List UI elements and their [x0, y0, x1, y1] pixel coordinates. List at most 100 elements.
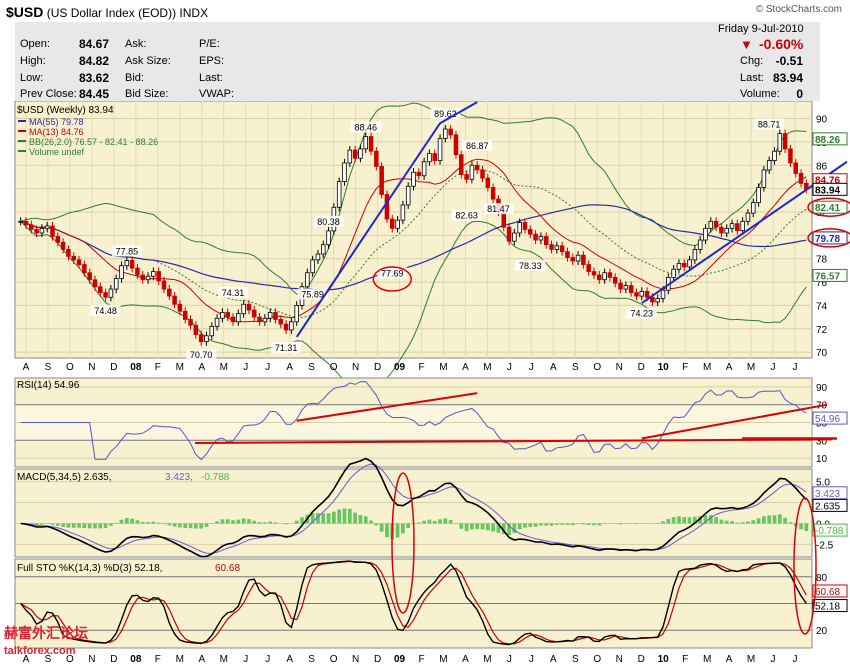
candle-body — [278, 319, 284, 325]
macd-histogram-bar — [193, 523, 198, 529]
price-tick-label: 70 — [816, 348, 828, 359]
x-axis-label: M — [220, 362, 228, 373]
macd-histogram-bar — [358, 515, 363, 524]
price-annotation-label: 74.23 — [631, 309, 654, 319]
candle-body — [782, 133, 788, 150]
x-axis-label-bottom: A — [462, 654, 469, 665]
x-axis-label: F — [682, 362, 688, 373]
candle-body — [761, 169, 767, 188]
macd-histogram-bar — [395, 523, 400, 538]
legend-entry: MA(13) 84.76 — [29, 127, 84, 137]
quote-date: Friday 9-Jul-2010 — [718, 23, 804, 35]
macd-tick-label: -2.5 — [816, 540, 834, 551]
candle-body — [129, 260, 135, 269]
candle-body — [103, 292, 108, 298]
price-annotation-label: 86.87 — [466, 141, 489, 151]
x-axis-label-bottom: A — [550, 654, 557, 665]
prevclose-value: 84.45 — [78, 87, 109, 101]
sto-value-tag-label: 52.18 — [815, 602, 840, 613]
candle-body — [549, 244, 554, 250]
candle-body — [644, 291, 650, 298]
candle-body — [55, 236, 61, 243]
candle-body — [735, 223, 740, 232]
candle-body — [798, 173, 804, 184]
candle-body — [517, 222, 522, 234]
candle-body — [310, 259, 315, 274]
candle-body — [437, 137, 443, 161]
candle-body — [777, 133, 783, 152]
candle-body — [443, 128, 448, 139]
price-annotation-label: 78.33 — [519, 261, 542, 271]
macd-histogram-bar — [353, 512, 357, 524]
x-axis-label: D — [374, 362, 381, 373]
macd-histogram-bar — [528, 523, 533, 527]
price-annotation-label: 82.63 — [455, 211, 478, 221]
price-annotation-label: 70.70 — [190, 350, 213, 360]
macd-histogram-bar — [655, 522, 660, 524]
candle-body — [204, 335, 209, 343]
candle-body — [416, 171, 422, 177]
macd-histogram-bar — [135, 520, 140, 524]
macd-histogram-bar — [406, 523, 411, 529]
quote-box: Open: 84.67 High: 84.82 Low: 83.62 Prev … — [15, 22, 820, 101]
x-axis-label: F — [155, 362, 161, 373]
candle-body — [71, 255, 76, 261]
price-value-tag-label: 88.26 — [815, 135, 840, 146]
candle-body — [464, 174, 469, 180]
macd-histogram-bar — [422, 520, 426, 524]
candle-body — [713, 220, 719, 228]
macd-signal-title: 3.423, — [165, 472, 193, 483]
candle-body — [257, 316, 262, 323]
symbol: $USD — [6, 4, 44, 20]
macd-histogram-bar — [448, 519, 453, 524]
candle-body — [368, 136, 374, 152]
macd-histogram-bar — [50, 523, 55, 525]
candle-body — [283, 323, 289, 331]
macd-histogram-bar — [140, 521, 145, 524]
open-label: Open: — [20, 38, 50, 50]
macd-histogram-bar — [777, 514, 782, 524]
candle-body — [681, 262, 687, 268]
candle-body — [220, 312, 225, 319]
candle-body — [432, 153, 437, 161]
macd-histogram-bar — [416, 522, 421, 524]
macd-histogram-bar — [756, 518, 761, 524]
candle-body — [18, 220, 23, 223]
chg-label: Chg: — [740, 55, 764, 67]
macd-histogram-bar — [480, 523, 485, 530]
candle-body — [209, 326, 215, 337]
macd-histogram-bar — [156, 522, 161, 524]
x-axis-label: S — [572, 362, 579, 373]
bid-label: Bid: — [125, 72, 144, 84]
macd-histogram-bar — [454, 523, 458, 525]
macd-histogram-bar — [464, 523, 469, 532]
high-label: High: — [20, 55, 46, 67]
macd-histogram-bar — [740, 522, 745, 524]
candle-body — [384, 194, 390, 220]
macd-histogram-bar — [581, 523, 586, 525]
macd-histogram-bar — [746, 521, 750, 524]
sto-tick-label: 80 — [816, 573, 828, 584]
down-arrow-icon: ▼ — [740, 37, 753, 52]
instrument-name: (US Dollar Index (EOD)) — [46, 6, 177, 20]
price-series-title: $USD (Weekly) 83.94 — [17, 105, 114, 116]
macd-histogram-bar — [544, 523, 549, 526]
candle-body — [214, 317, 220, 327]
candle-body — [315, 253, 321, 261]
watermark-en: talkforex.com — [4, 645, 76, 657]
candle-body — [559, 245, 565, 253]
candle-body — [756, 187, 761, 204]
x-axis-label-bottom: J — [793, 654, 798, 665]
candle-body — [66, 248, 71, 257]
candle-body — [241, 303, 246, 315]
candle-body — [251, 309, 257, 318]
macd-histogram-bar — [374, 523, 379, 526]
candle-body — [236, 313, 241, 323]
candle-body — [342, 162, 347, 183]
x-axis-label-bottom: F — [682, 654, 688, 665]
x-axis-label-bottom: N — [88, 654, 95, 665]
macd-histogram-bar — [220, 519, 225, 524]
candle-body — [405, 185, 411, 206]
candle-body — [650, 296, 655, 303]
candle-body — [347, 149, 353, 164]
